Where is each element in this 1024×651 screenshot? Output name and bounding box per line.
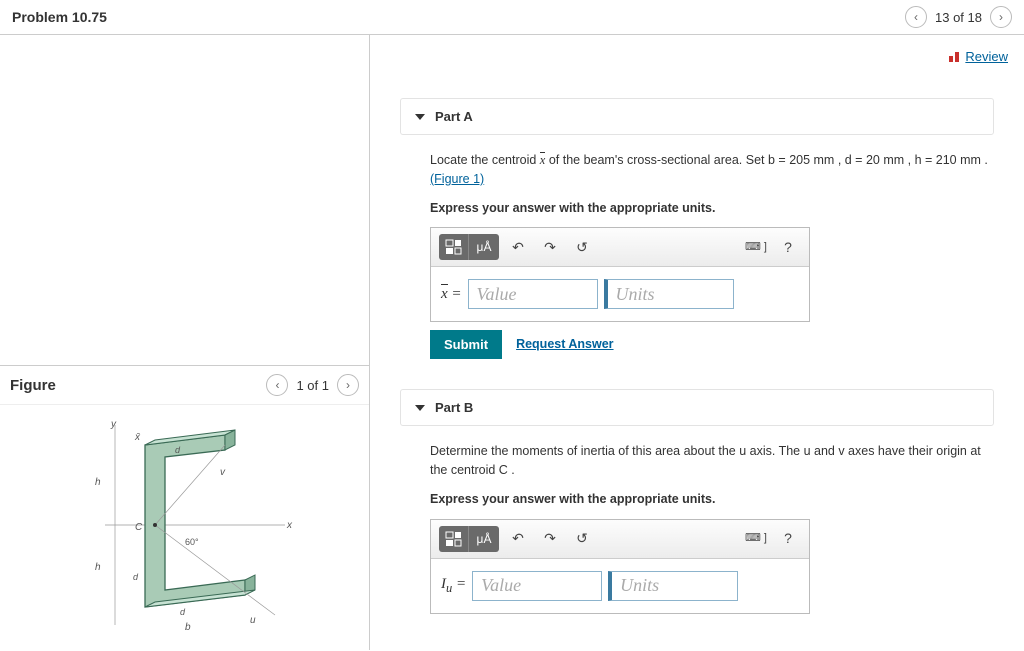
part-a-prompt: Locate the centroid x of the beam's cros…: [430, 151, 988, 170]
undo-button[interactable]: ↶: [505, 235, 531, 259]
templates-button[interactable]: [439, 234, 469, 260]
symbols-button[interactable]: μÅ: [469, 526, 499, 552]
problem-nav: ‹ 13 of 18 ›: [905, 6, 1012, 28]
next-problem-button[interactable]: ›: [990, 6, 1012, 28]
right-pane: Review Part A Locate the centroid x of t…: [370, 35, 1024, 650]
part-b-units-input[interactable]: Units: [608, 571, 738, 601]
part-a-submit-button[interactable]: Submit: [430, 330, 502, 359]
part-b-header[interactable]: Part B: [400, 389, 994, 426]
svg-text:h: h: [95, 562, 101, 573]
part-b-prompt: Determine the moments of inertia of this…: [430, 442, 988, 480]
keyboard-button[interactable]: ⌨ ]: [743, 235, 769, 259]
svg-text:d: d: [180, 607, 186, 617]
part-a-var-label: x =: [441, 283, 462, 306]
figure-title: Figure: [10, 377, 56, 394]
svg-text:60°: 60°: [185, 537, 199, 547]
part-a-units-input[interactable]: Units: [604, 279, 734, 309]
svg-text:x̄: x̄: [134, 432, 141, 443]
part-b-title: Part B: [435, 400, 473, 415]
prev-problem-button[interactable]: ‹: [905, 6, 927, 28]
review-link[interactable]: Review: [949, 49, 1008, 64]
svg-text:y: y: [110, 419, 117, 430]
symbols-button[interactable]: μÅ: [469, 234, 499, 260]
part-a-value-input[interactable]: Value: [468, 279, 598, 309]
reset-button[interactable]: ↺: [569, 527, 595, 551]
part-a-instruction: Express your answer with the appropriate…: [430, 199, 988, 218]
part-a-answer-box: μÅ ↶ ↷ ↺ ⌨ ] ? x = Value Units: [430, 227, 810, 322]
caret-down-icon: [415, 405, 425, 411]
figure-1-link[interactable]: (Figure 1): [430, 172, 484, 186]
undo-button[interactable]: ↶: [505, 527, 531, 551]
part-a-header[interactable]: Part A: [400, 98, 994, 135]
caret-down-icon: [415, 114, 425, 120]
next-figure-button[interactable]: ›: [337, 374, 359, 396]
redo-button[interactable]: ↷: [537, 235, 563, 259]
review-icon: [949, 52, 961, 62]
prev-figure-button[interactable]: ‹: [266, 374, 288, 396]
svg-text:d: d: [133, 572, 139, 582]
svg-text:C: C: [135, 522, 143, 533]
keyboard-button[interactable]: ⌨ ]: [743, 527, 769, 551]
part-b-var-label: Iu =: [441, 573, 466, 598]
left-pane: Figure ‹ 1 of 1 ›: [0, 35, 370, 650]
svg-text:b: b: [185, 622, 191, 633]
part-b-answer-box: μÅ ↶ ↷ ↺ ⌨ ] ? Iu = Value Units: [430, 519, 810, 614]
help-button[interactable]: ?: [775, 235, 801, 259]
svg-text:u: u: [250, 615, 256, 626]
templates-button[interactable]: [439, 526, 469, 552]
figure-position: 1 of 1: [296, 378, 329, 393]
redo-button[interactable]: ↷: [537, 527, 563, 551]
part-a-request-answer-link[interactable]: Request Answer: [516, 335, 613, 354]
svg-text:x: x: [286, 520, 293, 531]
help-button[interactable]: ?: [775, 527, 801, 551]
svg-text:h: h: [95, 477, 101, 488]
reset-button[interactable]: ↺: [569, 235, 595, 259]
part-b-value-input[interactable]: Value: [472, 571, 602, 601]
problem-title: Problem 10.75: [12, 9, 107, 25]
problem-position: 13 of 18: [935, 10, 982, 25]
part-b-instruction: Express your answer with the appropriate…: [430, 490, 988, 509]
figure-image: y x v u h h x̄ d d d b C 60°: [0, 404, 369, 645]
svg-text:v: v: [220, 467, 226, 478]
part-a-title: Part A: [435, 109, 473, 124]
